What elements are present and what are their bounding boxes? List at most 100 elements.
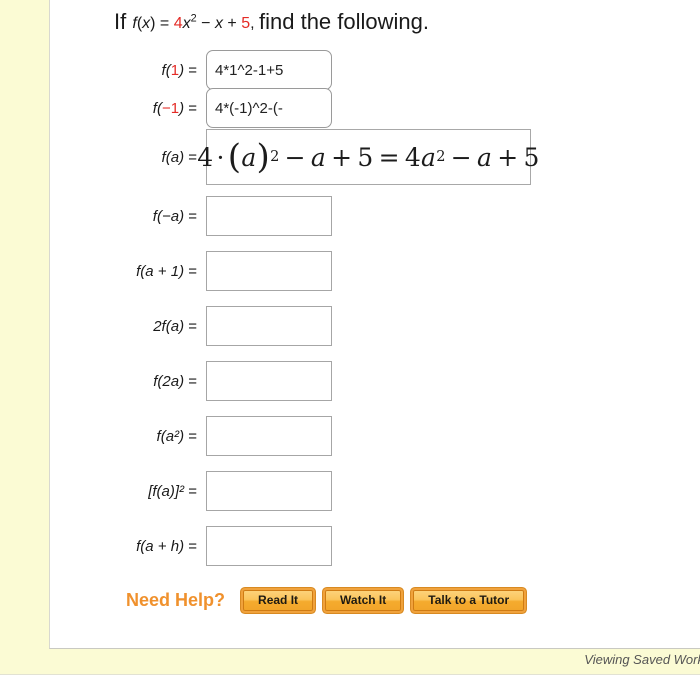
answer-input-f-of-nega[interactable] — [206, 196, 332, 236]
row6-equals: = — [188, 317, 197, 335]
row8-arg: a² — [165, 427, 180, 445]
coefficient-4: 4 — [173, 15, 183, 32]
function-equals: = — [159, 15, 170, 32]
row9-suffix: )]² — [169, 482, 185, 500]
row2-equals: = — [188, 99, 197, 117]
answer-input-f-of-a-plus-1[interactable] — [206, 251, 332, 291]
row4-suffix: ) — [179, 207, 185, 225]
math-rhs-variable: a — [421, 142, 437, 172]
term-exponent-2: 2 — [190, 12, 197, 25]
function-definition: f(x) = 4x2 − x + 5, — [132, 12, 259, 32]
math-open-paren: ( — [227, 137, 242, 177]
answer-input-f-of-a-bracket-squared[interactable] — [206, 471, 332, 511]
row1-suffix: ) — [179, 61, 185, 79]
viewing-saved-status: Viewing Saved Work — [584, 652, 700, 667]
row5-suffix: ) — [179, 262, 185, 280]
need-help-section: Need Help? Read It Watch It Talk to a Tu… — [126, 590, 536, 611]
answer-row-f-of-a: f(a) = 4 ·(a) 2− a +5 = 4 a 2− a +5 — [114, 129, 539, 185]
answer-input-2f-of-a[interactable] — [206, 306, 332, 346]
prompt-lead-word: If — [114, 9, 127, 34]
assignment-page: If f(x) = 4x2 − x + 5, find the followin… — [0, 0, 700, 691]
math-rhs-constant: 5 — [523, 142, 540, 172]
page-divider-rule — [0, 674, 700, 675]
answer-input-f-of-a-plus-h[interactable] — [206, 526, 332, 566]
math-linear-a: a — [310, 142, 327, 172]
row2-arg: −1 — [161, 99, 180, 117]
answer-input-f-of-2a[interactable] — [206, 361, 332, 401]
row10-suffix: ) — [179, 537, 185, 555]
row-label-2f-of-a: 2f(a) = — [114, 318, 206, 335]
math-coefficient: 4 — [197, 142, 214, 172]
plus-operator: + — [227, 15, 237, 32]
term-variable-x: x — [182, 15, 191, 32]
row6-arg: a — [170, 317, 180, 335]
need-help-label: Need Help? — [126, 590, 226, 610]
row-label-f-of-1: f(1) = — [114, 62, 206, 79]
row6-suffix: ) — [179, 317, 185, 335]
row4-equals: = — [188, 207, 197, 225]
row7-equals: = — [188, 372, 197, 390]
row-label-f-of-a-bracket-squared: [f(a)]² = — [114, 483, 206, 500]
watch-it-button[interactable]: Watch It — [325, 590, 402, 611]
function-close-paren: ) — [150, 15, 156, 32]
row2-suffix: ) — [179, 99, 185, 117]
row2-prefix: f( — [152, 99, 162, 117]
math-dot-operator: · — [216, 142, 225, 172]
math-plus-1: + — [331, 142, 353, 172]
math-rhs-linear: a — [477, 142, 493, 172]
answer-row-f-of-a-plus-1: f(a + 1) = — [114, 251, 332, 291]
answer-row-2f-of-a: 2f(a) = — [114, 306, 332, 346]
row5-equals: = — [188, 262, 197, 280]
row10-prefix: f( — [136, 537, 146, 555]
constant-5: 5 — [241, 15, 251, 32]
answer-input-f-of-1[interactable] — [206, 50, 332, 90]
math-plus-2: + — [497, 142, 519, 172]
math-close-paren: ) — [256, 137, 271, 177]
answer-row-f-of-neg1: f(−1) = — [114, 88, 332, 128]
row-label-f-of-a-squared: f(a²) = — [114, 428, 206, 445]
row-label-f-of-a: f(a) = — [114, 149, 206, 166]
answer-row-f-of-a-squared: f(a²) = — [114, 416, 332, 456]
row-label-f-of-2a: f(2a) = — [114, 373, 206, 390]
row9-prefix: [f( — [148, 482, 162, 500]
question-prompt: If f(x) = 4x2 − x + 5, find the followin… — [114, 11, 429, 33]
row8-prefix: f( — [156, 427, 166, 445]
math-constant-5: 5 — [357, 142, 374, 172]
answer-input-f-of-a-squared[interactable] — [206, 416, 332, 456]
answer-input-f-of-neg1[interactable] — [206, 88, 332, 128]
prompt-instruction: find the following. — [259, 9, 429, 34]
math-rhs-coefficient: 4 — [404, 142, 422, 172]
row3-arg: a — [170, 148, 180, 166]
row4-arg: −a — [161, 207, 180, 225]
row8-suffix: ) — [179, 427, 185, 445]
answer-math-display-f-of-a[interactable]: 4 ·(a) 2− a +5 = 4 a 2− a +5 — [197, 129, 539, 185]
row5-prefix: f( — [136, 262, 146, 280]
row4-prefix: f( — [152, 207, 162, 225]
answer-row-f-of-a-bracket-squared: [f(a)]² = — [114, 471, 332, 511]
prompt-comma: , — [250, 15, 255, 32]
linear-term-x: x — [214, 15, 223, 32]
row3-suffix: ) — [179, 148, 185, 166]
row7-suffix: ) — [179, 372, 185, 390]
math-variable-a: a — [241, 142, 257, 172]
row3-prefix: f( — [161, 148, 171, 166]
minus-operator: − — [201, 15, 211, 32]
question-panel: If f(x) = 4x2 − x + 5, find the followin… — [49, 0, 700, 649]
row5-arg: a + 1 — [145, 262, 180, 280]
talk-to-a-tutor-button[interactable]: Talk to a Tutor — [413, 590, 525, 611]
read-it-button[interactable]: Read It — [243, 590, 314, 611]
row-label-f-of-a-plus-h: f(a + h) = — [114, 538, 206, 555]
answer-row-f-of-nega: f(−a) = — [114, 196, 332, 236]
row1-prefix: f( — [161, 61, 171, 79]
answer-row-f-of-1: f(1) = — [114, 50, 332, 90]
row9-equals: = — [188, 482, 197, 500]
row7-prefix: f( — [153, 372, 163, 390]
row10-equals: = — [188, 537, 197, 555]
answer-row-f-of-a-plus-h: f(a + h) = — [114, 526, 332, 566]
row3-equals: = — [188, 148, 197, 166]
row-label-f-of-a-plus-1: f(a + 1) = — [114, 263, 206, 280]
row1-arg: 1 — [170, 61, 180, 79]
page-bottom-strip — [0, 676, 700, 691]
function-arg: x — [142, 15, 151, 32]
row-label-f-of-nega: f(−a) = — [114, 208, 206, 225]
